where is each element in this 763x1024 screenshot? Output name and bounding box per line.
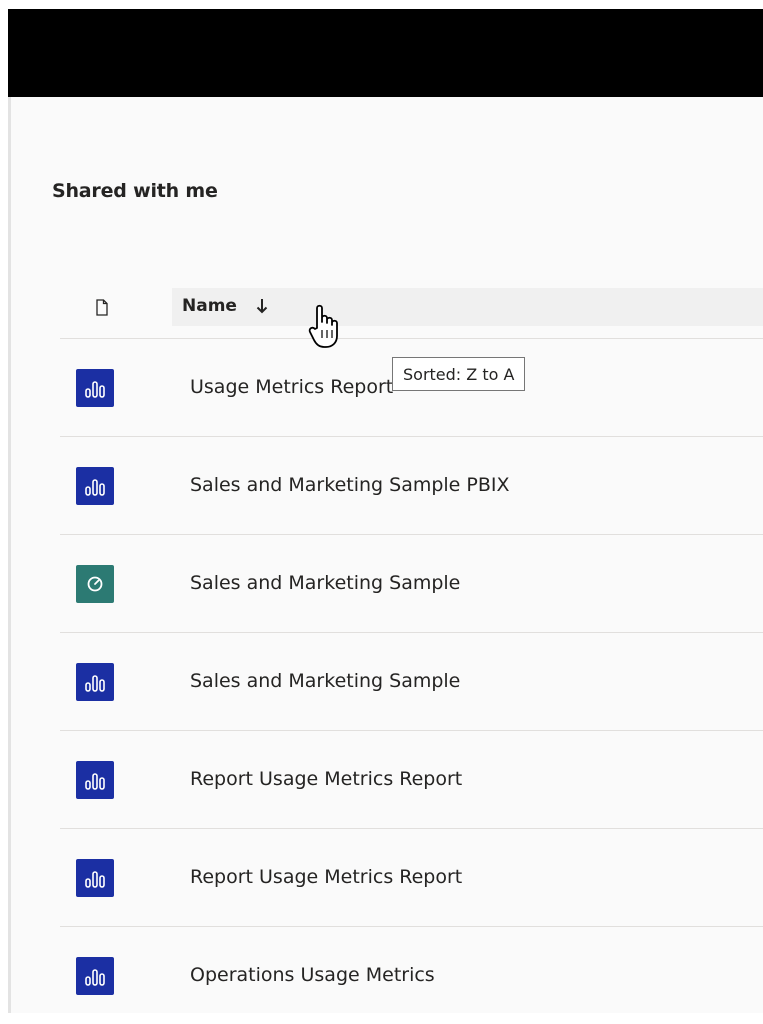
list-item[interactable]: Report Usage Metrics Report bbox=[60, 829, 763, 927]
list-item[interactable]: Sales and Marketing Sample bbox=[60, 633, 763, 731]
list-item[interactable]: Report Usage Metrics Report bbox=[60, 731, 763, 829]
top-header-bar bbox=[8, 9, 763, 97]
list-item[interactable]: Operations Usage Metrics bbox=[60, 927, 763, 1024]
item-name[interactable]: Report Usage Metrics Report bbox=[190, 866, 462, 888]
dashboard-icon bbox=[76, 565, 114, 603]
report-icon bbox=[76, 761, 114, 799]
item-name[interactable]: Usage Metrics Report bbox=[190, 376, 393, 398]
report-icon bbox=[76, 369, 114, 407]
sort-tooltip: Sorted: Z to A bbox=[392, 357, 526, 391]
report-icon bbox=[76, 467, 114, 505]
name-column-header[interactable]: Name bbox=[172, 288, 763, 326]
item-name[interactable]: Sales and Marketing Sample bbox=[190, 572, 460, 594]
page-title: Shared with me bbox=[52, 180, 218, 202]
arrow-down-icon bbox=[256, 298, 268, 318]
file-type-icon[interactable] bbox=[96, 299, 108, 316]
report-icon bbox=[76, 663, 114, 701]
item-name[interactable]: Report Usage Metrics Report bbox=[190, 768, 462, 790]
item-name[interactable]: Sales and Marketing Sample bbox=[190, 670, 460, 692]
hand-cursor-icon bbox=[307, 300, 347, 356]
table-header-row: Name bbox=[60, 282, 763, 339]
report-icon bbox=[76, 957, 114, 995]
item-name[interactable]: Operations Usage Metrics bbox=[190, 964, 435, 986]
list-item[interactable]: Sales and Marketing Sample bbox=[60, 535, 763, 633]
list-item[interactable]: Sales and Marketing Sample PBIX bbox=[60, 437, 763, 535]
item-name[interactable]: Sales and Marketing Sample PBIX bbox=[190, 474, 510, 496]
name-column-label: Name bbox=[182, 296, 237, 316]
report-icon bbox=[76, 859, 114, 897]
